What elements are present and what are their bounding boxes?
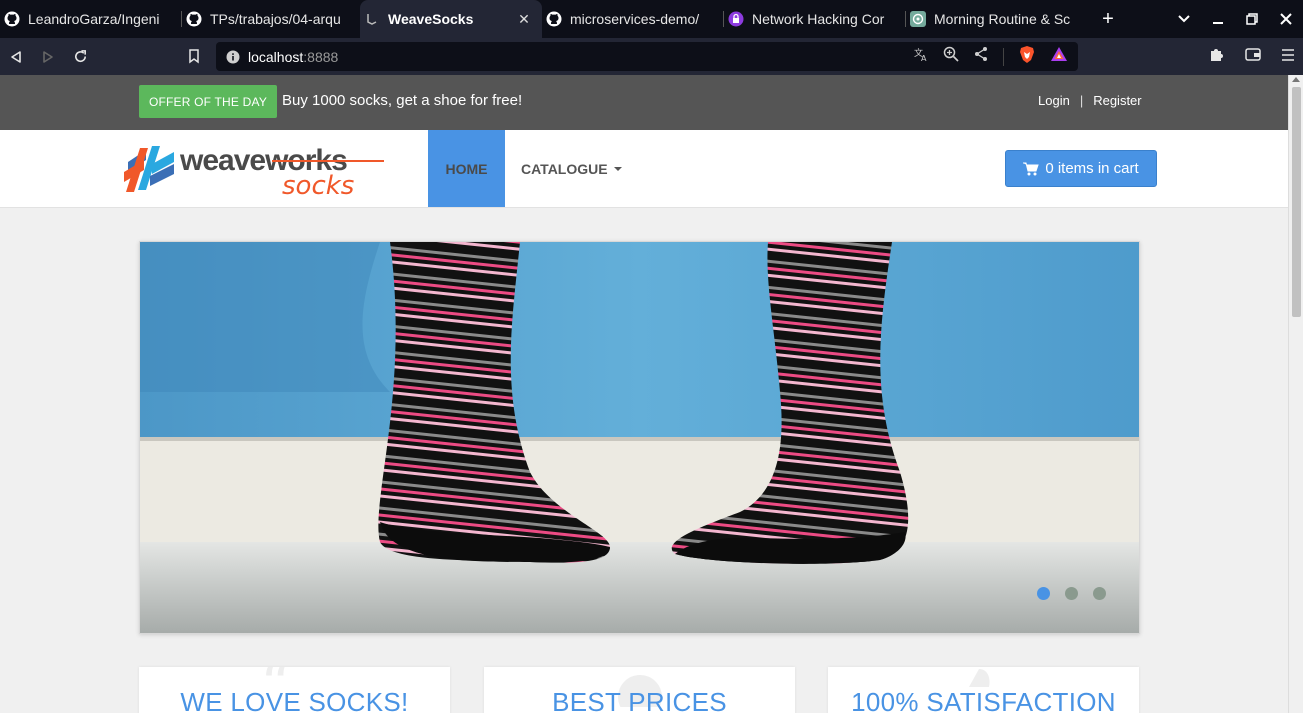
github-icon xyxy=(186,11,202,27)
nav-home[interactable]: HOME xyxy=(428,130,505,207)
page-icon xyxy=(364,11,380,27)
share-icon[interactable] xyxy=(973,46,989,67)
carousel-dot[interactable] xyxy=(1037,587,1050,600)
feature-title: WE LOVE SOCKS! xyxy=(180,687,409,713)
tab-weavesocks[interactable]: WeaveSocks ✕ xyxy=(360,0,542,38)
weaveworks-logo-mark xyxy=(124,146,174,192)
brave-shield-icon[interactable] xyxy=(1018,45,1036,69)
hero-carousel[interactable] xyxy=(139,241,1140,634)
login-link[interactable]: Login xyxy=(1038,93,1070,108)
offer-text: Buy 1000 socks, get a shoe for free! xyxy=(282,92,523,109)
restore-icon[interactable] xyxy=(1235,13,1269,25)
zoom-icon[interactable] xyxy=(943,46,959,67)
back-button[interactable] xyxy=(0,41,32,73)
offer-badge[interactable]: OFFER OF THE DAY xyxy=(139,85,277,118)
extensions-icon[interactable] xyxy=(1209,46,1225,67)
tab-morning-routine[interactable]: Morning Routine & Sc xyxy=(906,0,1086,38)
forward-button[interactable] xyxy=(32,41,64,73)
separator: | xyxy=(1079,93,1084,108)
feature-box-love-socks: “ WE LOVE SOCKS! xyxy=(139,667,450,713)
carousel-indicators xyxy=(1037,587,1106,600)
main-navbar: weaveworks socks HOME CATALOGUE 0 items … xyxy=(0,130,1288,208)
shopping-cart-icon xyxy=(1023,162,1040,175)
caret-down-icon xyxy=(613,166,622,171)
forward-icon xyxy=(43,50,53,63)
tab-github-trabajos[interactable]: TPs/trabajos/04-arqu xyxy=(182,0,360,38)
tab-label: microservices-demo/ xyxy=(570,11,700,27)
new-tab-button[interactable]: + xyxy=(1094,5,1122,33)
github-icon xyxy=(546,11,562,27)
tab-label: LeandroGarza/Ingeni xyxy=(28,11,160,27)
nav-catalogue[interactable]: CATALOGUE xyxy=(521,130,622,207)
web-page: OFFER OF THE DAY Buy 1000 socks, get a s… xyxy=(0,75,1288,713)
tab-label: Network Hacking Cor xyxy=(752,11,885,27)
bookmark-icon xyxy=(189,49,199,64)
tab-github-ingenieria[interactable]: LeandroGarza/Ingeni xyxy=(0,0,182,38)
tab-label: TPs/trabajos/04-arqu xyxy=(210,11,341,27)
feature-title: 100% SATISFACTION xyxy=(851,687,1116,713)
weaveworks-socks-logo[interactable]: weaveworks socks xyxy=(122,142,387,201)
wallet-icon[interactable] xyxy=(1245,47,1261,66)
lock-shield-icon xyxy=(728,11,744,27)
feature-box-best-prices: BEST PRICES xyxy=(484,667,795,713)
scrollbar-thumb[interactable] xyxy=(1292,87,1301,317)
tab-network-hacking[interactable]: Network Hacking Cor xyxy=(724,0,906,38)
address-bar[interactable]: localhost:8888 文A xyxy=(216,42,1078,71)
info-icon xyxy=(226,50,240,63)
tab-github-microservices[interactable]: microservices-demo/ xyxy=(542,0,724,38)
reload-icon xyxy=(74,50,86,63)
translate-icon[interactable]: 文A xyxy=(913,46,929,67)
svg-text:A: A xyxy=(921,54,927,62)
chatgpt-icon xyxy=(910,11,926,27)
browser-toolbar: localhost:8888 文A xyxy=(0,38,1303,75)
tab-label: Morning Routine & Sc xyxy=(934,11,1071,27)
feature-box-satisfaction: 100% SATISFACTION xyxy=(828,667,1139,713)
top-bar: OFFER OF THE DAY Buy 1000 socks, get a s… xyxy=(0,75,1288,130)
socks-hero-image xyxy=(140,242,1139,633)
carousel-dot[interactable] xyxy=(1093,587,1106,600)
chevron-down-icon[interactable] xyxy=(1167,15,1201,23)
window-controls xyxy=(1167,0,1303,38)
menu-icon[interactable] xyxy=(1281,48,1295,66)
carousel-dot[interactable] xyxy=(1065,587,1078,600)
url-port: :8888 xyxy=(303,48,339,65)
brave-rewards-icon[interactable] xyxy=(1050,46,1068,67)
tab-label: WeaveSocks xyxy=(388,11,474,27)
github-icon xyxy=(4,11,20,27)
logo-sub-text: socks xyxy=(282,171,354,198)
close-tab-icon[interactable]: ✕ xyxy=(516,11,532,27)
register-link[interactable]: Register xyxy=(1093,93,1141,108)
page-scrollbar[interactable] xyxy=(1288,75,1303,713)
scroll-up-icon[interactable] xyxy=(1292,77,1300,82)
auth-links: Login | Register xyxy=(1038,93,1142,108)
url-host: localhost xyxy=(248,48,304,65)
reload-button[interactable] xyxy=(64,41,96,73)
cart-label: 0 items in cart xyxy=(1045,160,1139,177)
nav-catalogue-label: CATALOGUE xyxy=(521,160,608,177)
back-icon xyxy=(11,50,21,63)
minimize-icon[interactable] xyxy=(1201,13,1235,25)
browser-tab-bar: LeandroGarza/Ingeni TPs/trabajos/04-arqu… xyxy=(0,0,1303,38)
feature-title: BEST PRICES xyxy=(552,687,727,713)
bookmark-button[interactable] xyxy=(178,41,210,73)
cart-button[interactable]: 0 items in cart xyxy=(1005,150,1157,187)
close-window-icon[interactable] xyxy=(1269,13,1303,25)
